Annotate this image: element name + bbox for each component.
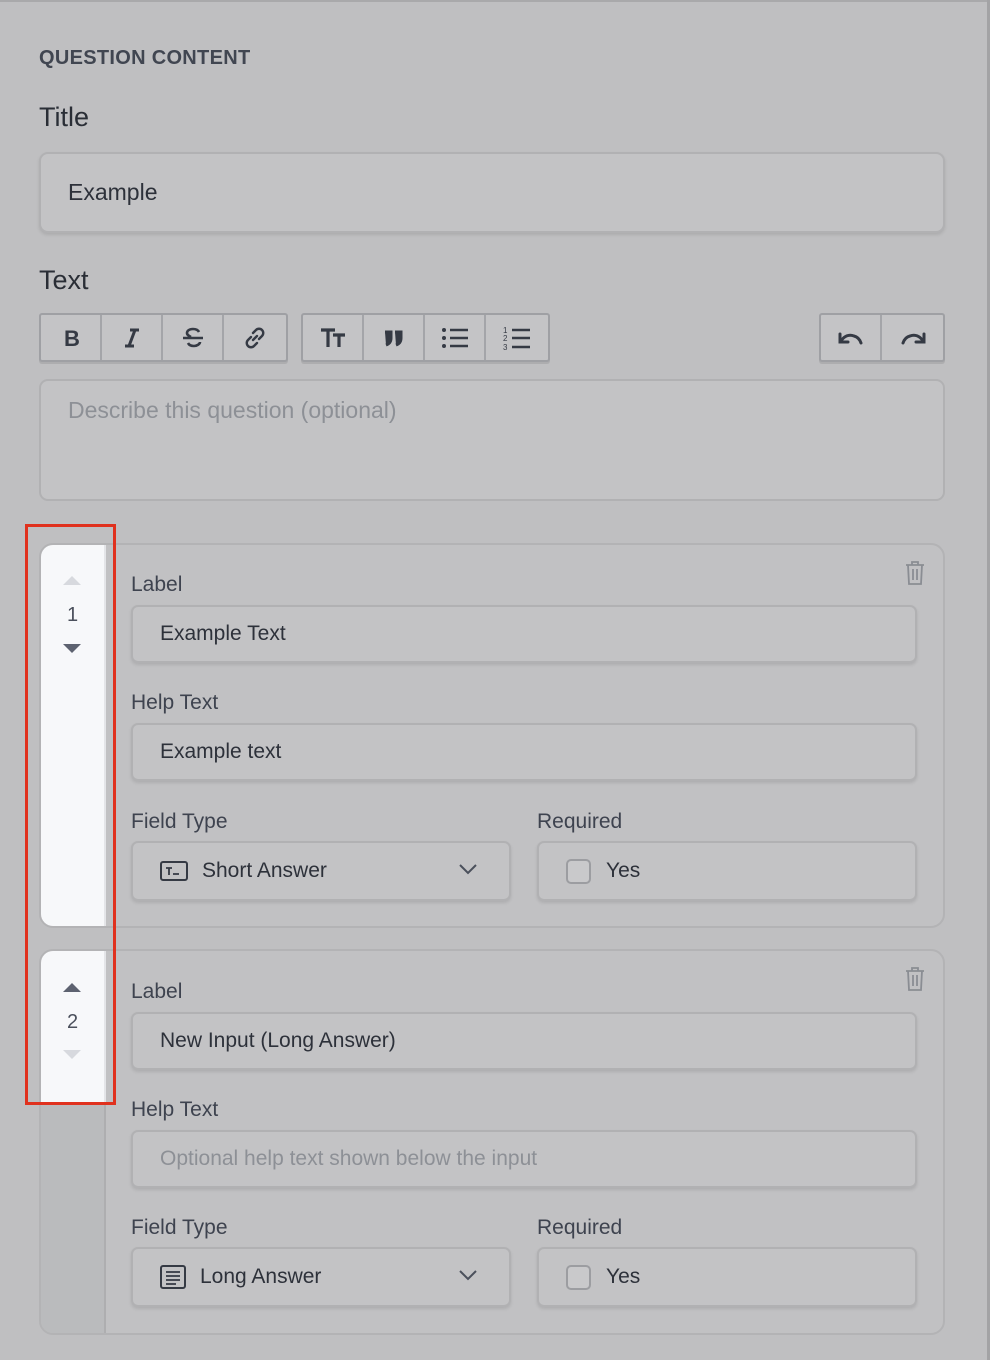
move-down-icon[interactable] — [63, 1050, 81, 1059]
field-type-heading: Field Type — [131, 810, 228, 833]
short-answer-icon — [160, 861, 188, 881]
input-card-1: 1 Label Example Text Help Text Example t… — [39, 543, 945, 928]
required-field: Yes — [537, 1247, 917, 1307]
help-text-heading: Help Text — [131, 691, 219, 714]
numbered-list-button[interactable]: 123 — [486, 315, 547, 360]
move-down-icon[interactable] — [63, 644, 81, 653]
svg-text:B: B — [64, 327, 80, 349]
redo-button[interactable] — [882, 315, 943, 360]
title-input-value: Example — [68, 179, 158, 205]
description-textarea[interactable]: Describe this question (optional) — [39, 379, 945, 501]
required-heading: Required — [537, 1216, 623, 1239]
chevron-down-icon — [459, 1270, 477, 1281]
undo-icon — [838, 332, 862, 344]
format-toolbar: B — [39, 313, 288, 362]
link-icon — [245, 327, 264, 348]
order-number: 1 — [66, 604, 79, 626]
required-heading: Required — [537, 810, 623, 833]
top-border — [0, 0, 990, 2]
field-type-select[interactable]: Long Answer — [131, 1247, 511, 1307]
required-option-label: Yes — [606, 859, 641, 882]
trash-icon[interactable] — [904, 966, 926, 992]
svg-text:3: 3 — [503, 343, 508, 351]
label-input[interactable]: New Input (Long Answer) — [131, 1012, 917, 1070]
bullet-list-button[interactable] — [425, 315, 486, 360]
help-text-placeholder: Optional help text shown below the input — [160, 1147, 538, 1170]
numbered-list-icon: 123 — [503, 326, 530, 351]
help-text-input[interactable]: Example text — [131, 723, 917, 781]
help-text-heading: Help Text — [131, 1098, 219, 1121]
trash-icon[interactable] — [904, 560, 926, 586]
section-title: QUESTION CONTENT — [39, 47, 251, 69]
strikethrough-icon — [182, 327, 203, 347]
title-label: Title — [39, 102, 90, 132]
italic-icon — [124, 328, 139, 347]
field-type-select[interactable]: Short Answer — [131, 841, 511, 901]
order-number: 2 — [66, 1011, 79, 1033]
quote-icon — [384, 330, 402, 346]
description-placeholder: Describe this question (optional) — [68, 397, 397, 423]
bold-button[interactable]: B — [41, 315, 102, 360]
reorder-rail-2: 2 — [41, 951, 106, 1333]
heading-icon — [320, 327, 345, 347]
label-input-value: Example Text — [160, 622, 286, 645]
input-card-2: 2 Label New Input (Long Answer) Help Tex… — [39, 949, 945, 1335]
text-label: Text — [39, 265, 89, 295]
label-input-value: New Input (Long Answer) — [160, 1029, 396, 1052]
required-checkbox[interactable] — [566, 858, 591, 884]
required-field: Yes — [537, 841, 917, 901]
strikethrough-button[interactable] — [163, 315, 224, 360]
reorder-rail-1: 1 — [41, 545, 106, 926]
help-text-value: Example text — [160, 740, 282, 763]
bold-icon: B — [64, 327, 80, 349]
field-type-value: Long Answer — [200, 1265, 322, 1288]
required-checkbox[interactable] — [566, 1264, 591, 1290]
field-type-value: Short Answer — [202, 859, 327, 882]
chevron-down-icon — [459, 864, 477, 875]
move-up-icon[interactable] — [63, 576, 81, 585]
label-heading: Label — [131, 980, 183, 1003]
title-input[interactable]: Example — [39, 152, 945, 233]
label-heading: Label — [131, 573, 183, 596]
block-toolbar: 123 — [301, 313, 550, 362]
redo-icon — [901, 332, 925, 344]
italic-button[interactable] — [102, 315, 163, 360]
field-type-heading: Field Type — [131, 1216, 228, 1239]
bullet-list-icon — [441, 327, 468, 348]
help-text-input[interactable]: Optional help text shown below the input — [131, 1130, 917, 1188]
link-button[interactable] — [224, 315, 285, 360]
heading-button[interactable] — [303, 315, 364, 360]
required-option-label: Yes — [606, 1265, 641, 1288]
move-up-icon[interactable] — [63, 983, 81, 992]
long-answer-icon — [160, 1265, 186, 1289]
svg-text:2: 2 — [503, 334, 508, 343]
undo-button[interactable] — [821, 315, 882, 360]
history-toolbar — [819, 313, 945, 362]
quote-button[interactable] — [364, 315, 425, 360]
label-input[interactable]: Example Text — [131, 605, 917, 663]
